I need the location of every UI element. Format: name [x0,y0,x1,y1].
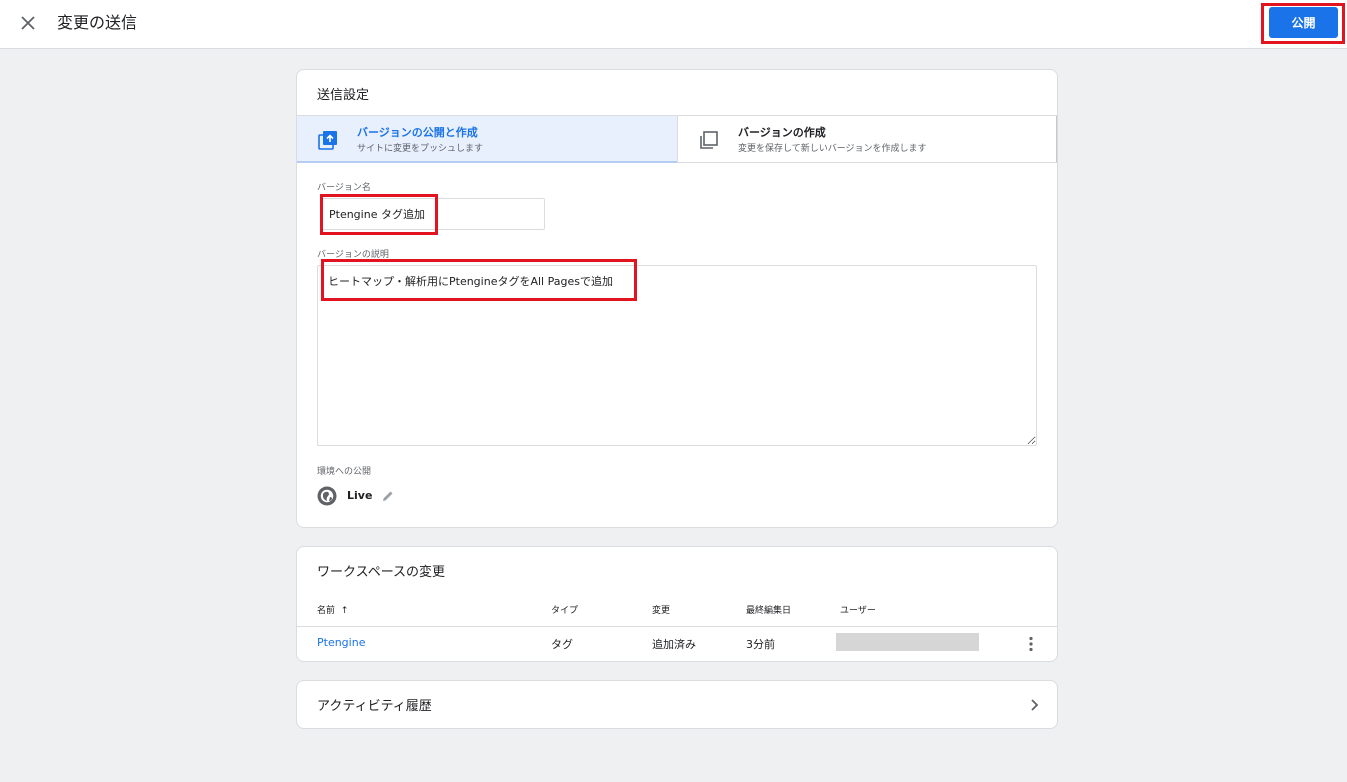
change-edited-time: 3分前 [746,638,775,651]
copy-icon [700,131,718,149]
workspace-changes-card: ワークスペースの変更 名前 ↑ タイプ 変更 最終編集日 ユーザー Ptengi… [296,546,1058,662]
top-bar: 変更の送信 公開 [0,0,1347,49]
option-title: バージョンの公開と作成 [357,126,478,139]
close-icon[interactable] [17,12,39,34]
user-redacted [836,633,979,651]
divider [297,626,1057,627]
option-publish-and-create[interactable]: バージョンの公開と作成 サイトに変更をプッシュします [297,116,677,163]
environment-label: 環境への公開 [317,467,372,477]
column-header-type[interactable]: タイプ [551,603,578,616]
page-title: 変更の送信 [57,13,138,32]
option-create-version[interactable]: バージョンの作成 変更を保存して新しいバージョンを作成します [677,116,1057,163]
version-name-input[interactable] [321,198,545,230]
column-header-change[interactable]: 変更 [652,603,670,616]
submission-settings-title: 送信設定 [317,88,370,103]
change-status: 追加済み [652,638,696,651]
publish-button[interactable]: 公開 [1269,7,1338,38]
sort-arrow-icon: ↑ [340,606,349,616]
version-description-label: バージョンの説明 [317,250,389,260]
pencil-icon[interactable] [381,489,395,503]
more-vert-icon[interactable] [1023,635,1039,653]
column-header-user[interactable]: ユーザー [840,603,876,616]
environment-name: Live [347,489,373,502]
change-name-link[interactable]: Ptengine [317,636,365,649]
option-title: バージョンの作成 [738,126,826,139]
submission-settings-card: 送信設定 バージョンの公開と作成 サイトに変更をプッシュします バージョンの作成… [296,69,1058,528]
column-header-last-edited[interactable]: 最終編集日 [746,603,791,616]
activity-history-title: アクティビティ履歴 [317,699,432,714]
column-header-label: 名前 [317,606,336,616]
change-type: タグ [551,638,573,651]
activity-history-card[interactable]: アクティビティ履歴 [296,680,1058,729]
globe-icon [317,486,337,506]
version-description-textarea[interactable]: ヒートマップ・解析用にPtengineタグをAll Pagesで追加 [317,265,1037,446]
column-header-name[interactable]: 名前 ↑ [317,603,348,616]
chevron-right-icon[interactable] [1025,696,1043,714]
workspace-changes-title: ワークスペースの変更 [317,565,446,580]
version-name-label: バージョン名 [317,183,371,193]
publish-icon [318,131,337,150]
option-subtitle: サイトに変更をプッシュします [357,144,484,154]
option-subtitle: 変更を保存して新しいバージョンを作成します [738,144,927,154]
